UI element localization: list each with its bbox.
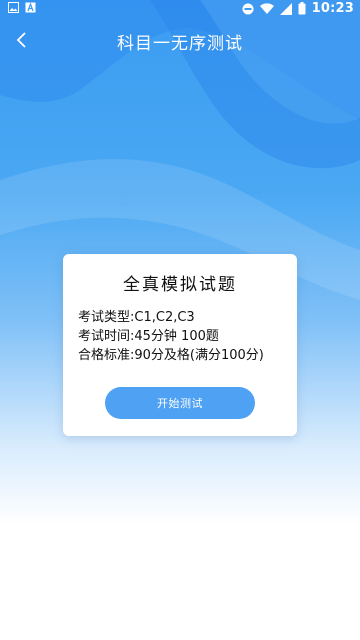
battery-icon <box>298 2 306 15</box>
do-not-disturb-icon <box>242 3 254 14</box>
exam-type-row: 考试类型:C1,C2,C3 <box>78 310 195 325</box>
title-bar: 科目一无序测试 <box>0 18 360 64</box>
image-icon <box>8 2 19 13</box>
card-title: 全真模拟试题 <box>123 275 237 295</box>
exam-info-list: 考试类型:C1,C2,C3 考试时间:45分钟 100题 合格标准:90分及格(… <box>78 308 294 365</box>
exam-info-card: 全真模拟试题 考试类型:C1,C2,C3 考试时间:45分钟 100题 合格标准… <box>63 254 297 436</box>
chevron-left-icon <box>16 32 26 48</box>
status-bar: 10:23 <box>0 0 360 18</box>
back-button[interactable] <box>8 26 36 54</box>
screen: 10:23 科目一无序测试 全真模拟试题 考试类型:C1,C2,C3 考试时间:… <box>0 0 360 640</box>
status-left-icons <box>8 2 36 13</box>
pass-standard-row: 合格标准:90分及格(满分100分) <box>78 348 264 363</box>
wifi-icon <box>259 2 274 14</box>
start-test-button[interactable]: 开始测试 <box>105 387 255 419</box>
status-right-icons: 10:23 <box>242 1 354 16</box>
status-time: 10:23 <box>311 1 354 16</box>
signal-icon <box>279 2 292 15</box>
exam-time-row: 考试时间:45分钟 100题 <box>78 329 219 344</box>
page-title: 科目一无序测试 <box>117 33 243 54</box>
text-a-icon <box>25 2 36 13</box>
